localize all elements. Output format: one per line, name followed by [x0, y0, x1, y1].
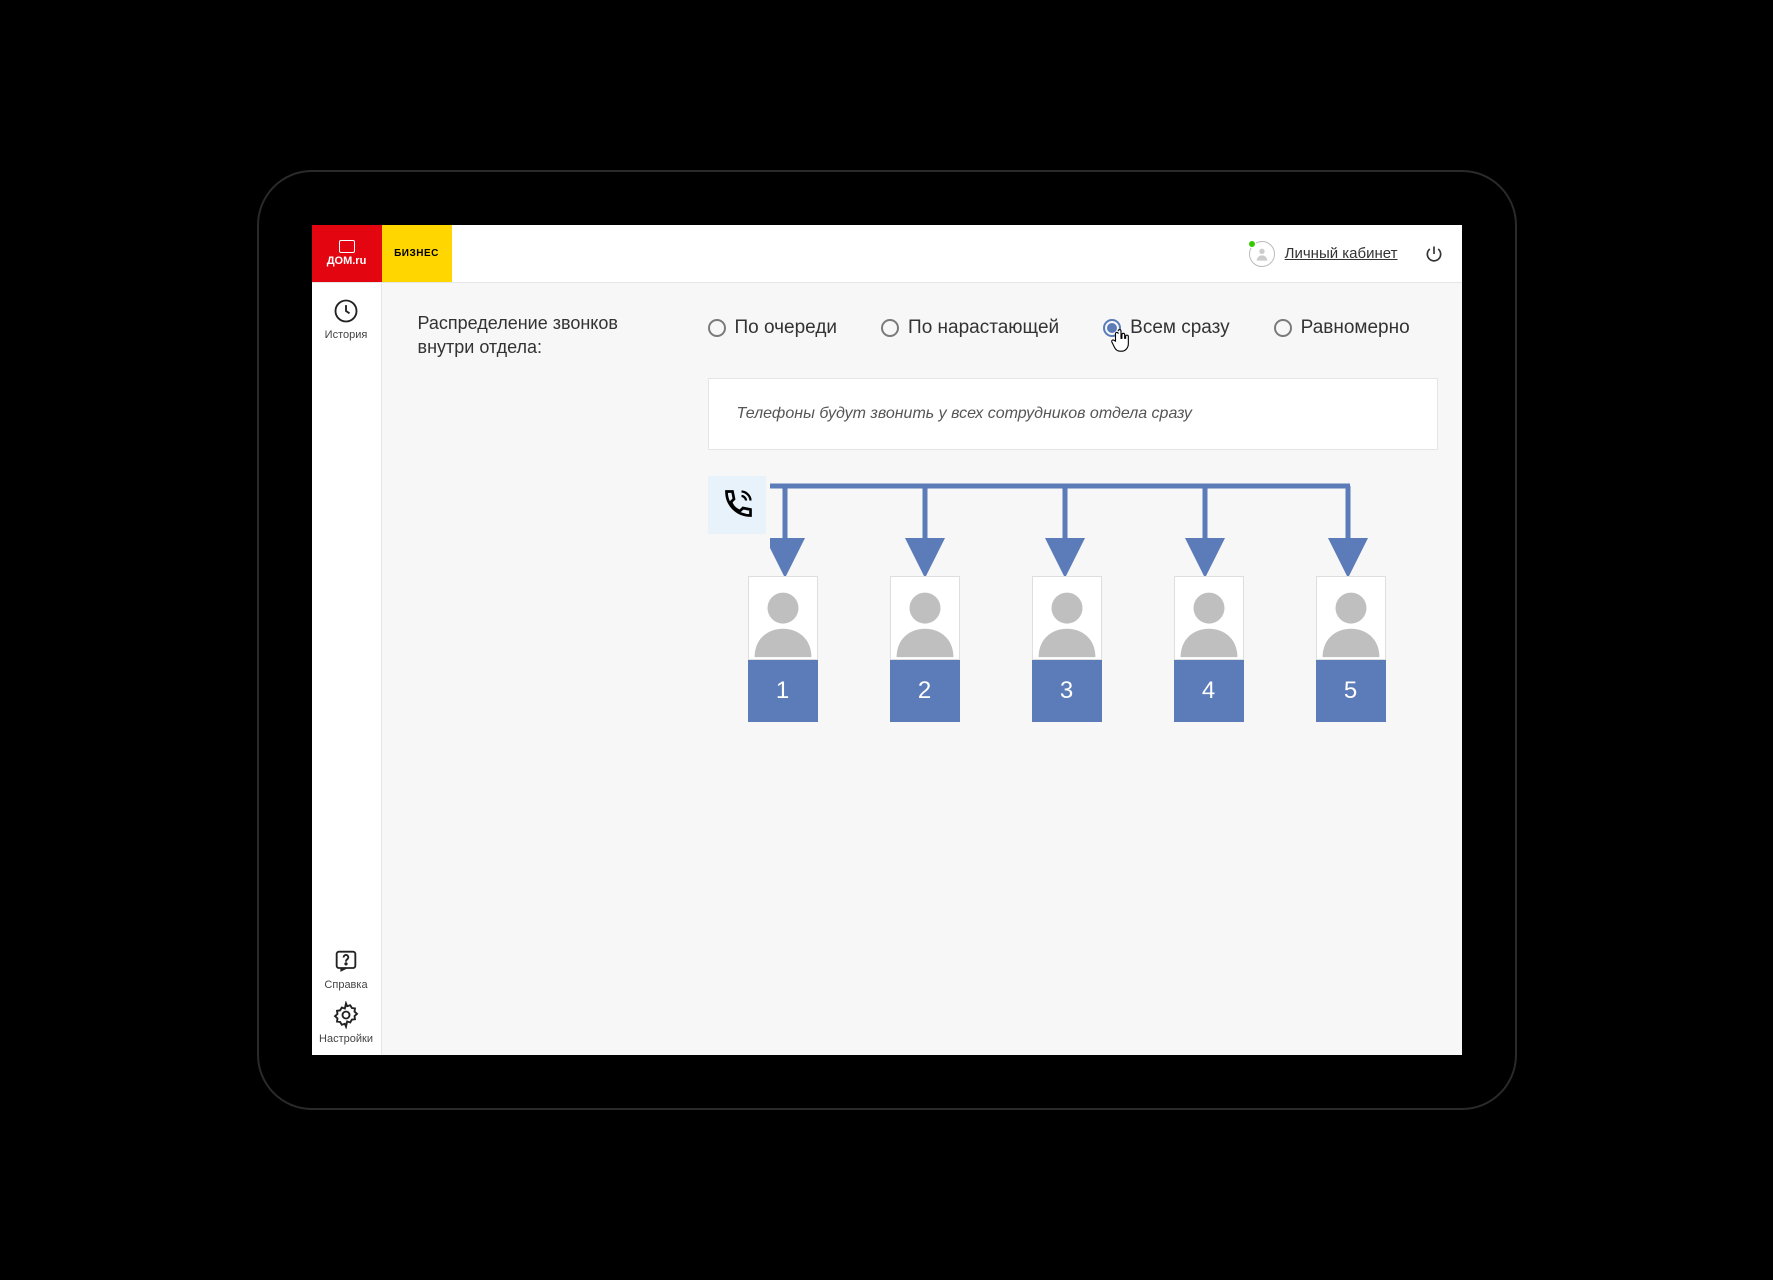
- radio-circle-icon: [708, 319, 726, 337]
- radio-circle-icon: [1274, 319, 1292, 337]
- sidebar-settings-label: Настройки: [319, 1033, 373, 1045]
- distribution-row: Распределение звонков внутри отдела: По …: [418, 311, 1442, 360]
- person-avatar: [1174, 576, 1244, 660]
- brand-logo-red: ДОМ.ru: [312, 225, 382, 282]
- sidebar-item-history[interactable]: История: [325, 297, 368, 341]
- help-icon: [332, 947, 360, 975]
- sidebar-item-help[interactable]: Справка: [324, 947, 367, 991]
- person-slot: 4: [1174, 576, 1244, 722]
- silhouette-icon: [1178, 583, 1240, 659]
- radio-option-queue[interactable]: По очереди: [708, 317, 838, 339]
- tablet-frame: ДОМ.ru БИЗНЕС Личный кабинет: [257, 170, 1517, 1110]
- clock-icon: [332, 297, 360, 325]
- radio-option-all[interactable]: Всем сразу: [1103, 317, 1230, 339]
- distribution-diagram: 1 2 3: [708, 476, 1438, 736]
- user-icon: [1254, 246, 1270, 262]
- app-screen: ДОМ.ru БИЗНЕС Личный кабинет: [312, 225, 1462, 1055]
- radio-even-label: Равномерно: [1301, 317, 1410, 339]
- person-slot: 3: [1032, 576, 1102, 722]
- power-icon: [1424, 244, 1444, 264]
- brand-logo[interactable]: ДОМ.ru БИЗНЕС: [312, 225, 452, 282]
- distribution-description: Телефоны будут звонить у всех сотруднико…: [708, 378, 1438, 450]
- person-avatar: [1032, 576, 1102, 660]
- radio-circle-icon: [881, 319, 899, 337]
- status-dot-online: [1248, 240, 1256, 248]
- radio-all-label: Всем сразу: [1130, 317, 1230, 339]
- person-slot: 5: [1316, 576, 1386, 722]
- avatar[interactable]: [1249, 241, 1275, 267]
- person-number: 1: [748, 660, 818, 722]
- topbar: ДОМ.ru БИЗНЕС Личный кабинет: [312, 225, 1462, 283]
- sidebar: История Справка Настройки: [312, 283, 382, 1055]
- people-row: 1 2 3: [748, 576, 1386, 722]
- power-button[interactable]: [1424, 244, 1444, 264]
- radio-option-even[interactable]: Равномерно: [1274, 317, 1410, 339]
- brand-logo-yellow: БИЗНЕС: [382, 225, 452, 282]
- account-link[interactable]: Личный кабинет: [1285, 245, 1398, 262]
- account-block: Личный кабинет: [1249, 241, 1444, 267]
- body-area: История Справка Настройки Распределение …: [312, 283, 1462, 1055]
- silhouette-icon: [752, 583, 814, 659]
- person-number: 2: [890, 660, 960, 722]
- gear-icon: [332, 1001, 360, 1029]
- person-slot: 1: [748, 576, 818, 722]
- silhouette-icon: [894, 583, 956, 659]
- person-number: 5: [1316, 660, 1386, 722]
- content-area: Распределение звонков внутри отдела: По …: [382, 283, 1462, 1055]
- sidebar-help-label: Справка: [324, 979, 367, 991]
- radio-option-growing[interactable]: По нарастающей: [881, 317, 1059, 339]
- distribution-label: Распределение звонков внутри отдела:: [418, 311, 678, 360]
- phone-ringing-icon: [719, 487, 755, 523]
- person-avatar: [1316, 576, 1386, 660]
- silhouette-icon: [1036, 583, 1098, 659]
- distribution-radio-group: По очереди По нарастающей Всем сразу: [708, 311, 1442, 339]
- radio-queue-label: По очереди: [735, 317, 838, 339]
- sidebar-item-settings[interactable]: Настройки: [319, 1001, 373, 1045]
- silhouette-icon: [1320, 583, 1382, 659]
- person-slot: 2: [890, 576, 960, 722]
- person-number: 3: [1032, 660, 1102, 722]
- brand-left-text: ДОМ.ru: [327, 255, 367, 267]
- radio-growing-label: По нарастающей: [908, 317, 1059, 339]
- person-number: 4: [1174, 660, 1244, 722]
- sidebar-history-label: История: [325, 329, 368, 341]
- flow-arrows: [770, 476, 1430, 576]
- phone-box: [708, 476, 766, 534]
- radio-circle-icon: [1103, 319, 1121, 337]
- person-avatar: [890, 576, 960, 660]
- brand-right-text: БИЗНЕС: [394, 248, 439, 259]
- person-avatar: [748, 576, 818, 660]
